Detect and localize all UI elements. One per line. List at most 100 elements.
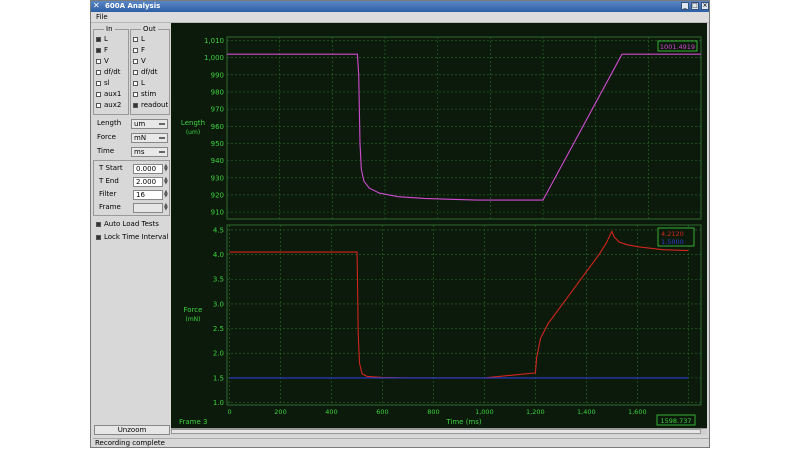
length-ytick-label: 980 [211,88,224,96]
force-xtick-label: 800 [427,408,439,416]
horizontal-scrollbar[interactable] [171,428,707,435]
tend-spinner-icon[interactable]: ▲ ▼ [164,177,169,186]
out-checkbox-1[interactable]: F [133,46,145,55]
auto-load-checkbox[interactable]: Auto Load Tests [96,220,159,229]
in-checkbox-5[interactable]: aux1 [96,90,121,99]
in-checkbox-2[interactable]: V [96,57,109,66]
app-window: ✕ 600A Analysis _ □ × File In Out L F Vdf/… [90,0,710,448]
status-bar: Recording complete [93,438,709,448]
time-unit-select[interactable]: ms [131,147,168,157]
plot-area[interactable]: 1,010 1,000 990 980 970 960 950 940 930 920 910 Len… [171,23,707,428]
in-group-label: In [104,25,115,33]
lock-time-checkbox[interactable]: Lock Time Interval [96,233,168,242]
length-ytick-label: 910 [211,209,224,217]
out-checkbox-5[interactable]: stim [133,90,156,99]
length-ytick-label: 930 [211,174,224,182]
menu-file[interactable]: File [96,13,108,21]
checkbox-icon [96,69,101,75]
force-ytick-label: 1.5 [213,374,224,382]
frame-number-label: Frame 3 [179,418,208,426]
plot-canvas[interactable]: 1,010 1,000 990 980 970 960 950 940 930 920 910 Len… [171,23,707,428]
length-ytick-label: 1,000 [204,54,224,62]
tstart-spinner-icon[interactable]: ▲ ▼ [164,164,169,173]
out-checkbox-label: L [141,35,145,43]
force-xtick-label: 1,600 [628,408,647,416]
in-checkbox-0[interactable]: L [96,35,108,44]
force-xtick-label: 400 [325,408,337,416]
in-checkbox-3[interactable]: df/dt [96,68,120,77]
length-unit-select[interactable]: um [131,119,168,129]
checkbox-icon [96,58,101,64]
frame-input[interactable] [133,203,163,213]
force-xtick-label: 1,200 [526,408,545,416]
checkbox-icon [96,80,101,86]
in-checkbox-label: sl [104,79,110,87]
unzoom-button[interactable]: Unzoom [94,425,170,435]
force-ytick-label: 4.0 [213,251,224,259]
in-checkbox-4[interactable]: sl [96,79,110,88]
out-checkbox-label: L [141,79,145,87]
frame-spinner-icon[interactable]: ▲ ▼ [164,203,169,212]
in-checkbox-label: aux1 [104,90,122,98]
checkbox-icon [133,47,138,53]
scrollbar-thumb[interactable] [171,429,701,434]
frame-label: Frame [99,203,121,211]
force-yunit: (mN) [185,316,200,323]
close-button[interactable]: × [701,2,709,10]
out-checkbox-0[interactable]: L [133,35,145,44]
checkbox-icon [133,80,138,86]
checkbox-icon [96,36,101,42]
maximize-button[interactable]: □ [691,2,699,10]
out-checkbox-6[interactable]: readout [133,101,168,110]
window-title: 600A Analysis [105,2,161,10]
checkbox-icon [96,102,101,108]
out-checkbox-label: readout [141,101,169,109]
tend-label: T End [99,177,119,185]
out-group-label: Out [141,25,158,33]
length-readout: 1001.4919 [660,43,695,51]
force-ylabel: Force [184,306,203,314]
cursor-readout: 1598.737 [660,417,691,425]
dropdown-icon [159,123,165,125]
lock-time-label: Lock Time Interval [104,233,169,241]
tend-input[interactable]: 2.000 [133,177,163,187]
out-checkbox-label: stim [141,90,157,98]
in-checkbox-label: F [104,46,109,54]
checkbox-icon [96,221,101,227]
force-unit-select[interactable]: mN [131,133,168,143]
length-ytick-label: 990 [211,71,224,79]
force-ytick-label: 3.5 [213,276,224,284]
in-checkbox-label: aux2 [104,101,122,109]
title-bar[interactable]: ✕ 600A Analysis _ □ × [91,1,709,12]
force-ytick-label: 1.0 [213,399,224,407]
minimize-button[interactable]: _ [681,2,689,10]
length-ytick-label: 970 [211,106,224,114]
force-xtick-label: 600 [376,408,388,416]
checkbox-icon [133,91,138,97]
dropdown-icon [159,151,165,153]
tstart-input[interactable]: 0.000 [133,164,163,174]
force-xtick-label: 200 [274,408,286,416]
out-checkbox-2[interactable]: V [133,57,146,66]
out-checkbox-label: F [141,46,146,54]
force-readout-2: 1.5000 [661,238,684,246]
dropdown-icon [159,137,165,139]
force-xtick-label: 0 [227,408,231,416]
filter-label: Filter [99,190,117,198]
filter-spinner-icon[interactable]: ▲ ▼ [164,190,169,199]
length-unit-value: um [134,120,146,128]
force-unit-value: mN [134,134,147,142]
force-ytick-label: 2.0 [213,350,224,358]
out-checkbox-4[interactable]: L [133,79,145,88]
in-checkbox-1[interactable]: F [96,46,108,55]
time-unit-label: Time [97,147,115,155]
filter-input[interactable]: 16 [133,190,163,200]
force-ytick-label: 3.0 [213,300,224,308]
force-readout: 4.2120 [661,230,684,238]
in-checkbox-6[interactable]: aux2 [96,101,121,110]
out-checkbox-3[interactable]: df/dt [133,68,157,77]
time-unit-value: ms [134,148,145,156]
checkbox-icon [96,91,101,97]
in-checkbox-label: L [104,35,108,43]
force-xtick-label: 1,000 [475,408,494,416]
